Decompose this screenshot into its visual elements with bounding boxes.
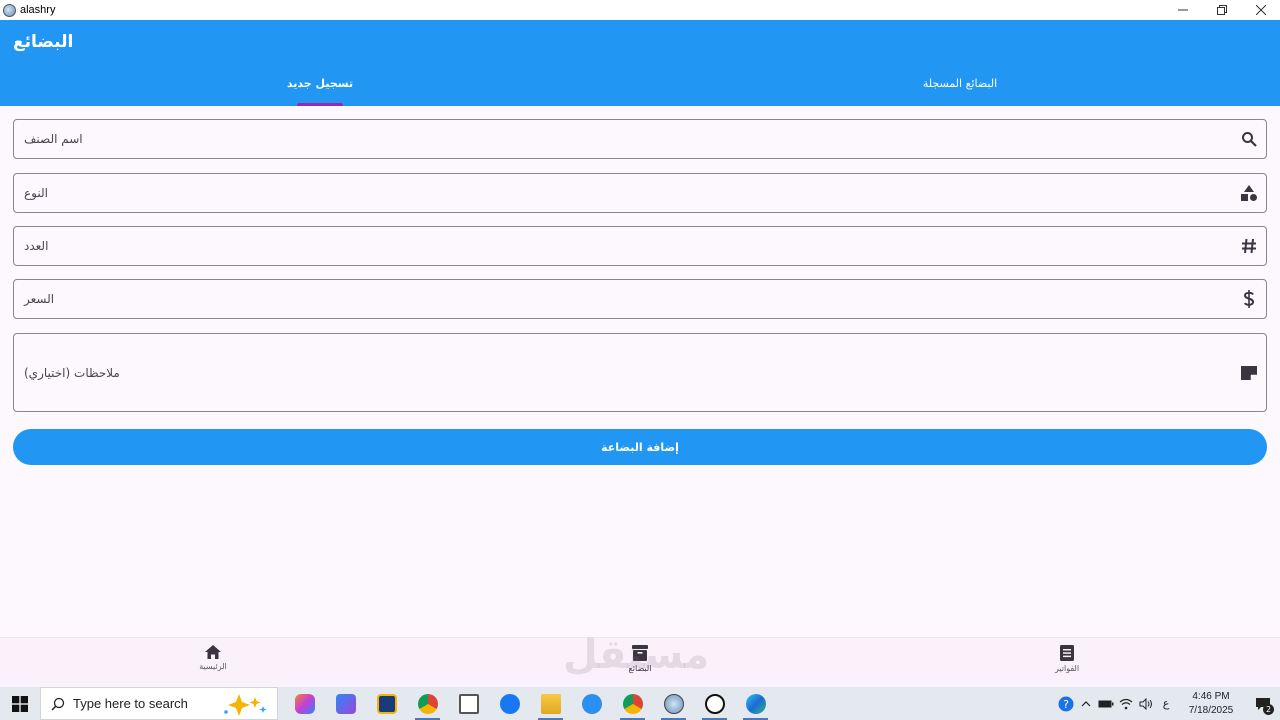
taskbar-clock[interactable]: 4:46 PM 7/18/2025 [1176, 690, 1246, 718]
whatsapp-app[interactable] [694, 687, 735, 720]
dollar-icon [1240, 290, 1258, 308]
type-input[interactable]: النوع [13, 173, 1267, 213]
app-bar: البضائع تسجيل جديد البضائع المسجلة [0, 20, 1280, 106]
item-name-placeholder: اسم الصنف [24, 132, 83, 146]
nav-item-invoices[interactable]: الفواتير [1007, 644, 1127, 673]
page-title: البضائع [13, 32, 74, 52]
edge-app[interactable] [735, 687, 776, 720]
chrome-icon [417, 693, 438, 714]
file-explorer-app[interactable] [530, 687, 571, 720]
help-icon: ? [1058, 696, 1074, 711]
folder-icon [540, 693, 561, 714]
notes-placeholder: ملاحظات (اختياري) [24, 365, 120, 380]
chevron-up-icon [1081, 700, 1091, 706]
search-placeholder: Type here to search [73, 696, 188, 711]
minimize-button[interactable] [1163, 0, 1202, 20]
alashry-app[interactable] [653, 687, 694, 720]
chrome-icon [622, 693, 643, 714]
edge-icon [745, 693, 766, 714]
restore-button[interactable] [1202, 0, 1241, 20]
taskbar-search-box[interactable]: Type here to search [40, 687, 278, 720]
taskbar-apps [284, 687, 776, 720]
price-input[interactable]: السعر [13, 279, 1267, 319]
store-icon [376, 693, 397, 714]
copilot-icon [294, 693, 315, 714]
svg-text:?: ? [1063, 698, 1069, 711]
tab-registered-goods[interactable]: البضائع المسجلة [640, 72, 1280, 106]
notepad-app[interactable] [448, 687, 489, 720]
count-placeholder: العدد [24, 239, 49, 253]
clock-date: 7/18/2025 [1188, 704, 1234, 716]
volume-tray-item[interactable] [1136, 687, 1156, 720]
tab-new-registration[interactable]: تسجيل جديد [0, 72, 640, 106]
close-button[interactable] [1241, 0, 1280, 20]
windows-logo-icon [12, 695, 28, 712]
clock-time: 4:46 PM [1192, 690, 1230, 702]
app-logo-icon [663, 693, 684, 714]
nav-label: الفواتير [1054, 664, 1080, 673]
chrome-profile-app[interactable] [612, 687, 653, 720]
type-placeholder: النوع [24, 186, 48, 200]
notification-badge: 2 [1263, 704, 1274, 715]
restore-icon [1216, 5, 1227, 15]
search-icon [51, 697, 65, 711]
chrome-app[interactable] [407, 687, 448, 720]
input-language[interactable]: ع [1156, 687, 1176, 720]
watermark-logo: مستقل [563, 632, 710, 678]
store-app[interactable] [366, 687, 407, 720]
price-placeholder: السعر [24, 292, 55, 306]
facebook-icon [499, 693, 520, 714]
speaker-icon [1139, 697, 1152, 710]
add-goods-button[interactable]: إضافة البضاعة [13, 429, 1267, 465]
battery-tray-item[interactable] [1096, 687, 1116, 720]
active-tab-indicator [297, 103, 343, 106]
minimize-icon [1177, 9, 1188, 11]
search-icon [1240, 130, 1258, 148]
os-taskbar: Type here to search ? ع 4:46 PM 7/18/202… [0, 687, 1280, 720]
nav-item-home[interactable]: الرئيسية [153, 644, 273, 671]
battery-icon [1098, 700, 1114, 707]
window-title: alashry [20, 4, 56, 16]
notification-center-button[interactable]: 2 [1246, 687, 1280, 720]
whatsapp-icon [704, 693, 725, 714]
system-tray: ? ع 4:46 PM 7/18/2025 2 [1056, 687, 1280, 720]
show-hidden-icons-button[interactable] [1076, 687, 1096, 720]
network-tray-item[interactable] [1116, 687, 1136, 720]
facebook-app[interactable] [489, 687, 530, 720]
close-icon [1255, 5, 1266, 15]
news-icon [335, 693, 356, 714]
start-button[interactable] [0, 687, 40, 720]
category-icon [1240, 184, 1258, 202]
app-store-app[interactable] [571, 687, 612, 720]
wifi-icon [1119, 698, 1133, 709]
window-controls [1163, 0, 1280, 20]
receipt-icon [1060, 645, 1074, 661]
copilot-app[interactable] [284, 687, 325, 720]
note-icon [1240, 364, 1258, 382]
item-name-input[interactable]: اسم الصنف [13, 119, 1267, 159]
hash-icon [1240, 237, 1258, 255]
notes-input[interactable]: ملاحظات (اختياري) [13, 333, 1267, 412]
notepad-icon [458, 693, 479, 714]
nav-label: الرئيسية [199, 662, 227, 671]
home-icon [205, 645, 221, 659]
news-app[interactable] [325, 687, 366, 720]
app-store-icon [581, 693, 602, 714]
sparkle-icon [224, 694, 267, 716]
help-tray-item[interactable]: ? [1056, 687, 1076, 720]
count-input[interactable]: العدد [13, 226, 1267, 266]
tab-label: البضائع المسجلة [922, 77, 998, 90]
app-logo-icon [3, 3, 16, 17]
window-titlebar: alashry [0, 0, 1280, 20]
tab-label: تسجيل جديد [286, 77, 354, 90]
